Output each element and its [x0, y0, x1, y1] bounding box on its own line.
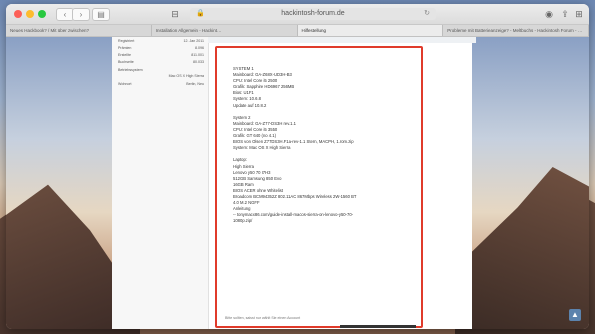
- extensions-icon[interactable]: ◉: [542, 8, 556, 20]
- page-background-dune-left: [6, 184, 126, 329]
- sidebar-toggle-button[interactable]: ▤: [92, 8, 110, 21]
- new-tab-icon[interactable]: ⊞: [572, 8, 586, 20]
- tab-3[interactable]: Hilfestellung: [297, 25, 444, 36]
- user-info-sidebar: Registriert 12. Jan 2011 Prämien 8.096 E…: [112, 37, 209, 329]
- post-footer-text: Bitte sollten, saisst nur wählt Sie eine…: [225, 316, 301, 320]
- info-row: Registriert 12. Jan 2011: [118, 39, 204, 43]
- minimize-window-button[interactable]: [26, 10, 34, 18]
- post-body: SYSTEM 1 Mainboard: GA-Z68X-UD3H-B3 CPU: I…: [233, 66, 413, 224]
- tab-4[interactable]: Probleme mit Batterieanzeige? - Meltbuch…: [443, 25, 589, 36]
- scroll-to-top-button[interactable]: ▲: [569, 309, 581, 321]
- browser-toolbar: ‹ › ▤ ⊟ 🔒 hackintosh-forum.de ↻ ◉ ⇪ ⊞: [6, 4, 589, 25]
- tab-bar: Neues Hackbook? / Mit über zwischen? Ins…: [6, 25, 589, 37]
- info-row: Betriebssystem: [118, 68, 143, 72]
- dock-indicator: [340, 325, 416, 328]
- post-header-strip: [208, 37, 476, 43]
- info-row: Prämien 8.096: [118, 46, 204, 50]
- highlighted-post: SYSTEM 1 Mainboard: GA-Z68X-UD3H-B3 CPU: I…: [215, 46, 423, 328]
- browser-window: ‹ › ▤ ⊟ 🔒 hackintosh-forum.de ↻ ◉ ⇪ ⊞ Ne…: [6, 4, 589, 329]
- info-row: Erstellte 811.001: [118, 53, 204, 57]
- info-row: Mac OS X High Sierra: [168, 74, 204, 78]
- url-text: hackintosh-forum.de: [281, 10, 345, 17]
- fullscreen-window-button[interactable]: [38, 10, 46, 18]
- lock-icon: 🔒: [196, 10, 205, 17]
- share-icon[interactable]: ⇪: [558, 8, 572, 20]
- info-row: Wohnort Berlin, Neu: [118, 82, 204, 86]
- tab-1[interactable]: Neues Hackbook? / Mit über zwischen?: [6, 25, 152, 36]
- info-row: Buchseite 80.033: [118, 60, 204, 64]
- reader-icon[interactable]: ⊟: [168, 8, 182, 20]
- post-line: 1080p.zip/: [233, 218, 253, 224]
- page-background-dune-right: [459, 167, 589, 329]
- forward-button[interactable]: ›: [72, 8, 90, 21]
- close-window-button[interactable]: [14, 10, 22, 18]
- tab-2[interactable]: Installation Allgemein - Hackint…: [152, 25, 298, 36]
- reload-icon[interactable]: ↻: [424, 8, 430, 20]
- address-bar[interactable]: 🔒 hackintosh-forum.de ↻: [190, 8, 436, 20]
